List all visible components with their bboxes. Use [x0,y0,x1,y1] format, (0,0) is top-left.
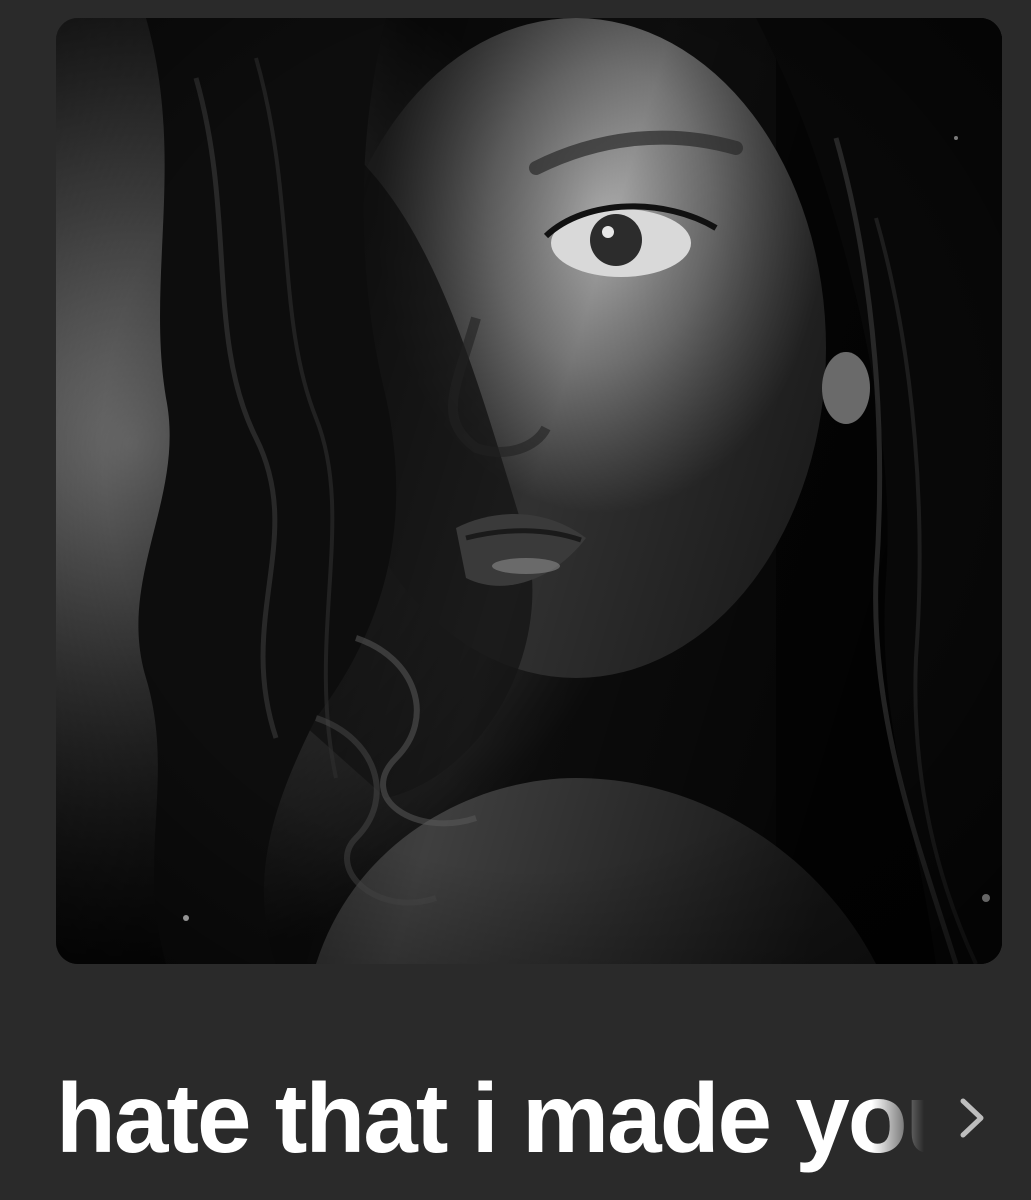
now-playing-title-row: hate that i made you love me [56,1058,1031,1178]
album-artwork-image [56,18,1002,964]
song-title-marquee[interactable]: hate that i made you love me [56,1058,924,1178]
now-playing-screen: hate that i made you love me [0,0,1031,1200]
chevron-right-icon [960,1098,984,1138]
album-artwork[interactable] [56,18,1002,964]
song-details-button[interactable] [944,1086,1000,1150]
song-title: hate that i made you love me [56,1063,924,1173]
